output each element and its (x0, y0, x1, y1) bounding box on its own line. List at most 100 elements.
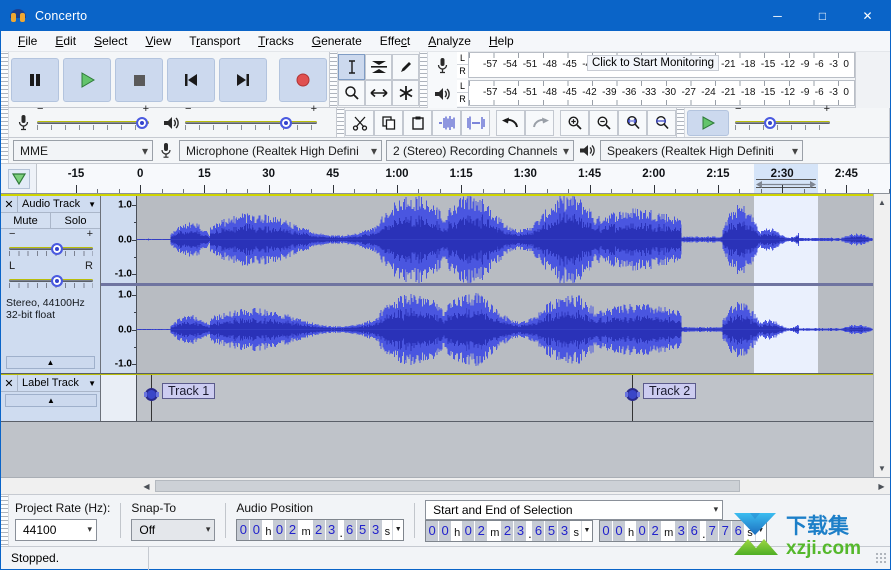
draw-tool[interactable] (392, 53, 419, 80)
label-track-area[interactable]: Track 1 Track 2 (137, 375, 873, 421)
zoom-in-button[interactable] (560, 109, 589, 136)
recording-meter-toolbar[interactable]: LR -57-54-51-48-45-42-39-36-33-30-27-24-… (428, 51, 855, 80)
record-button[interactable] (279, 57, 327, 102)
label-marker-handle[interactable] (144, 388, 159, 401)
time-digit[interactable]: 3 (369, 519, 383, 540)
playback-meter-toolbar[interactable]: LR -57 -54 -51 -48 -45 -42 -39 -36 -33 -30 -27 -24-… (428, 79, 855, 108)
timeline-ruler[interactable]: -15 0 15 30 45 1:00 1:15 1:30 1:45 2:00 2:15 2:30 2:… (37, 164, 890, 193)
menu-file[interactable]: File (9, 32, 46, 50)
menu-view[interactable]: View (136, 32, 180, 50)
playback-device-select[interactable]: Speakers (Realtek High Definiti ▾ (600, 140, 803, 161)
time-digit[interactable]: 6 (688, 520, 702, 541)
menu-analyze[interactable]: Analyze (419, 32, 480, 50)
menu-select[interactable]: Select (85, 32, 136, 50)
recording-device-select[interactable]: Microphone (Realtek High Defini ▾ (179, 140, 382, 161)
time-digit[interactable]: 5 (356, 519, 370, 540)
close-icon[interactable]: ✕ (1, 195, 18, 213)
audio-host-select[interactable]: MME ▾ (13, 140, 153, 161)
gain-slider[interactable]: − + (9, 228, 93, 259)
time-digit[interactable]: 3 (558, 520, 572, 541)
copy-button[interactable] (374, 109, 403, 136)
output-volume-slider[interactable]: − + (185, 103, 317, 134)
time-digit[interactable]: 0 (439, 520, 453, 541)
time-digit[interactable]: 3 (514, 520, 528, 541)
label-track-collapse-button[interactable]: ▲ (5, 394, 97, 407)
menu-tracks[interactable]: Tracks (249, 32, 303, 50)
maximize-button[interactable]: □ (800, 1, 845, 31)
solo-button[interactable]: Solo (51, 213, 100, 228)
time-shift-tool[interactable] (365, 79, 392, 106)
time-digit[interactable]: 6 (343, 519, 357, 540)
selection-end-field[interactable]: 0 0 h 0 2 m 3 6. 7 7 6 s ▼ (598, 519, 767, 542)
paste-button[interactable] (403, 109, 432, 136)
fit-selection-button[interactable] (618, 109, 647, 136)
undo-button[interactable] (496, 109, 525, 136)
playback-meter[interactable]: LR -57 -54 -51 -48 -45 -42 -39 -36 -33 -30 -27 -24-… (457, 79, 855, 106)
device-toolbar-grip[interactable] (1, 138, 9, 163)
edit-toolbar-grip[interactable] (337, 108, 345, 137)
meter-toolbar-grip[interactable] (420, 52, 428, 107)
minimize-button[interactable]: ─ (755, 1, 800, 31)
time-digit[interactable]: 7 (706, 520, 720, 541)
track-collapse-button[interactable]: ▲ (6, 356, 95, 369)
time-spinner[interactable]: ▼ (392, 519, 404, 540)
audio-track-name-menu[interactable]: Audio Track ▼ (18, 198, 100, 210)
pause-button[interactable] (11, 57, 59, 102)
label-chip-2[interactable]: Track 2 (643, 383, 697, 399)
label-track-name-menu[interactable]: Label Track ▼ (18, 377, 100, 389)
cut-button[interactable] (345, 109, 374, 136)
audio-position-field[interactable]: 0 0 h 0 2 m 2 3. 6 5 3 s ▼ (236, 518, 405, 541)
playback-speed-slider[interactable]: − + (735, 103, 830, 134)
envelope-tool[interactable] (365, 53, 392, 80)
empty-track-space[interactable] (1, 422, 873, 477)
menu-edit[interactable]: Edit (46, 32, 85, 50)
time-digit[interactable]: 2 (649, 520, 663, 541)
resize-grip[interactable] (874, 551, 888, 565)
time-digit[interactable]: 0 (237, 519, 251, 540)
time-digit[interactable]: 6 (532, 520, 546, 541)
horizontal-scrollbar[interactable]: ◀ ▶ (1, 477, 890, 494)
time-digit[interactable]: 0 (426, 520, 440, 541)
time-digit[interactable]: 6 (732, 520, 746, 541)
label-chip-1[interactable]: Track 1 (162, 383, 216, 399)
time-digit[interactable]: 3 (675, 520, 689, 541)
scroll-left-button[interactable]: ◀ (138, 478, 155, 494)
mixer-toolbar-grip[interactable] (1, 108, 9, 137)
time-spinner[interactable]: ▼ (754, 520, 766, 541)
horizontal-scroll-thumb[interactable] (155, 480, 740, 492)
time-digit[interactable]: 7 (719, 520, 733, 541)
project-rate-select[interactable]: 44100 ▾ (15, 518, 97, 541)
label-marker-handle[interactable] (625, 388, 640, 401)
close-icon[interactable]: ✕ (1, 374, 18, 392)
scroll-up-button[interactable]: ▲ (874, 194, 890, 211)
fit-project-button[interactable] (647, 109, 676, 136)
stop-button[interactable] (115, 57, 163, 102)
menu-transport[interactable]: Transport (180, 32, 249, 50)
right-channel-waveform[interactable] (137, 286, 873, 373)
time-spinner[interactable]: ▼ (580, 520, 592, 541)
mute-button[interactable]: Mute (1, 213, 51, 228)
left-channel-waveform[interactable] (137, 196, 873, 283)
scroll-down-button[interactable]: ▼ (874, 460, 890, 477)
close-button[interactable]: ✕ (845, 1, 890, 31)
pinned-play-head-button[interactable] (1, 164, 37, 193)
time-digit[interactable]: 2 (475, 520, 489, 541)
menu-effect[interactable]: Effect (371, 32, 419, 50)
time-digit[interactable]: 2 (286, 519, 300, 540)
time-digit[interactable]: 0 (250, 519, 264, 540)
tools-toolbar-grip[interactable] (330, 52, 338, 107)
skip-to-end-button[interactable] (219, 57, 267, 102)
time-digit[interactable]: 0 (636, 520, 650, 541)
menu-help[interactable]: Help (480, 32, 523, 50)
recording-channels-select[interactable]: 2 (Stereo) Recording Channels ▾ (386, 140, 574, 161)
snap-to-select[interactable]: Off ▾ (131, 518, 216, 541)
time-digit[interactable]: 2 (501, 520, 515, 541)
time-digit[interactable]: 0 (599, 520, 613, 541)
pan-slider[interactable]: L R (9, 260, 93, 291)
play-at-speed-grip[interactable] (677, 108, 685, 137)
zoom-out-button[interactable] (589, 109, 618, 136)
zoom-tool[interactable] (338, 79, 365, 106)
transport-toolbar-grip[interactable] (1, 52, 9, 107)
play-at-speed-button[interactable] (687, 109, 729, 136)
vertical-scroll-track[interactable] (874, 211, 890, 460)
